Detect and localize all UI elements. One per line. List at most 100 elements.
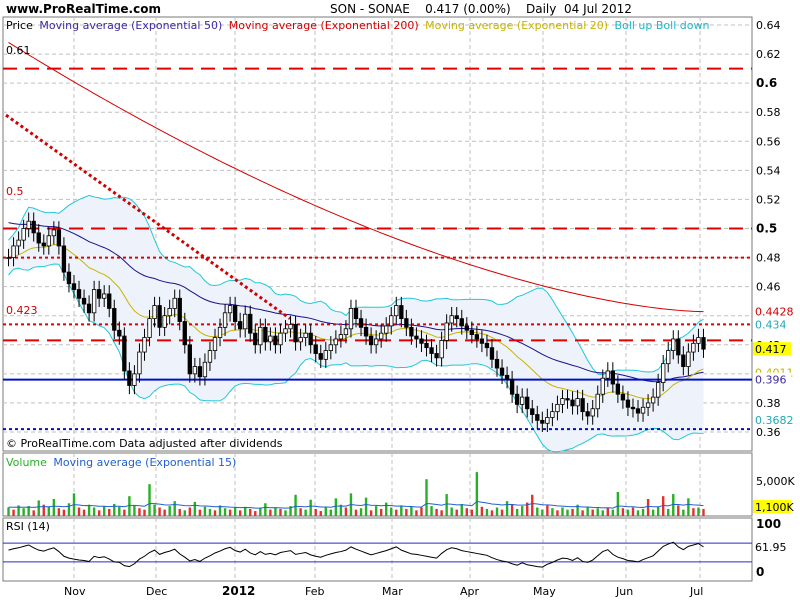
volume-bar	[485, 508, 489, 516]
rsi-panel-frame[interactable]	[2, 517, 753, 582]
chart-title: SON - SONAE 0.417 (0.00%) Daily 04 Jul 2…	[330, 2, 632, 16]
candle-body	[172, 297, 177, 309]
volume-bar	[500, 509, 504, 516]
volume-bar	[556, 510, 559, 516]
volume-bar	[87, 504, 91, 516]
volume-bar	[143, 509, 146, 516]
candle-body	[51, 229, 57, 237]
candle-body	[97, 289, 102, 299]
candle-body	[102, 293, 107, 299]
candle-body	[142, 337, 147, 353]
candle-body	[207, 350, 213, 363]
volume-bar	[631, 507, 635, 516]
volume-bar	[123, 509, 126, 516]
candle-body	[645, 402, 651, 408]
volume-bar	[188, 507, 192, 516]
volume-bar	[97, 510, 101, 516]
volume-bar	[334, 498, 338, 516]
volume-bar	[601, 510, 604, 516]
volume-bar	[651, 509, 655, 516]
candle-body	[520, 396, 525, 405]
volume-bar	[510, 503, 514, 516]
candle-body	[474, 334, 480, 340]
volume-bar	[405, 508, 408, 516]
candle-body	[590, 408, 595, 417]
candle-body	[71, 283, 77, 290]
candle-body	[66, 271, 72, 285]
candle-body	[494, 358, 500, 369]
volume-bar	[198, 509, 202, 516]
volume-bar	[667, 508, 670, 516]
candle-body	[222, 312, 228, 328]
volume-bar	[415, 510, 418, 516]
candle-body	[414, 335, 419, 340]
volume-bar	[616, 491, 620, 516]
x-axis-label: Jul	[689, 585, 703, 598]
volume-bar	[687, 498, 690, 516]
volume-bar	[304, 509, 307, 516]
volume-bar	[390, 507, 393, 516]
volume-bar	[692, 508, 695, 516]
candle-body	[112, 308, 117, 331]
candle-body	[338, 334, 344, 340]
volume-bar	[344, 507, 348, 516]
candle-body	[368, 335, 374, 346]
x-axis-label: Dec	[146, 585, 167, 598]
candle-body	[655, 382, 661, 398]
candle-body	[550, 411, 555, 418]
volume-bar	[460, 503, 463, 516]
volume-bar	[359, 508, 363, 516]
candle-body	[182, 321, 187, 346]
candle-body	[545, 417, 550, 424]
volume-bar	[7, 507, 10, 516]
volume-bar	[465, 508, 468, 516]
candle-body	[81, 297, 87, 305]
candle-body	[137, 351, 142, 375]
volume-bar	[32, 510, 35, 516]
candle-body	[379, 332, 384, 340]
candle-body	[162, 315, 167, 328]
price-tick-label: 0.58	[756, 106, 781, 119]
candle-body	[157, 305, 162, 328]
volume-bar	[677, 505, 680, 516]
volume-bar	[168, 506, 171, 516]
price-value-tag: 0.434	[755, 318, 787, 331]
candle-body	[650, 396, 656, 404]
candle-body	[61, 245, 67, 273]
legend-ema50: Moving average (Exponential 50)	[39, 19, 222, 32]
candle-body	[16, 239, 21, 247]
volume-bar	[319, 511, 322, 516]
volume-bar	[385, 502, 388, 516]
volume-bar	[269, 509, 272, 516]
candle-body	[389, 315, 394, 327]
candle-body	[167, 308, 172, 317]
candle-body	[696, 337, 701, 344]
candle-body	[232, 305, 238, 322]
volume-bar	[536, 507, 539, 516]
volume-bar	[425, 479, 428, 516]
candle-body	[303, 332, 308, 338]
volume-bar	[163, 509, 166, 516]
volume-bar	[148, 484, 151, 516]
x-axis-label: Mar	[382, 585, 403, 598]
volume-bar	[495, 507, 499, 516]
volume-bar	[641, 508, 645, 516]
volume-bar	[103, 506, 106, 516]
candle-body	[499, 367, 505, 376]
site-name[interactable]: www.ProRealTime.com	[6, 2, 161, 16]
candle-body	[278, 332, 283, 346]
price-value-tag: 0.396	[755, 374, 787, 387]
volume-bar	[274, 507, 277, 516]
candle-body	[56, 229, 62, 247]
volume-bar	[314, 508, 317, 516]
candle-body	[243, 313, 248, 330]
price-tick-label: 0.64	[756, 19, 781, 32]
price-tick-label: 0.62	[756, 48, 781, 61]
candle-body	[187, 344, 192, 375]
volume-bar	[581, 510, 584, 516]
volume-bar	[410, 506, 413, 516]
price-tick-label: 0.38	[756, 397, 781, 410]
candle-body	[353, 308, 359, 320]
candle-body	[635, 408, 641, 414]
candle-body	[399, 305, 404, 320]
